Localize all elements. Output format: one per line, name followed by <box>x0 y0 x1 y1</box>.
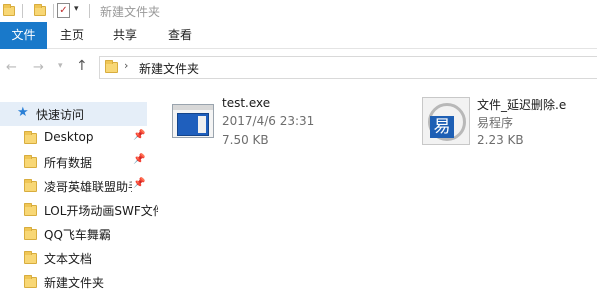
back-arrow-icon[interactable]: ← <box>6 60 17 75</box>
separator <box>22 4 23 18</box>
sidebar-item-quick-access[interactable]: ★ 快速访问 <box>0 102 147 126</box>
title-bar: ✓ ▾ 新建文件夹 <box>0 0 597 22</box>
file-name: 文件_延迟删除.e <box>477 98 567 112</box>
forward-arrow-icon[interactable]: → <box>33 60 44 75</box>
folder-icon <box>3 4 15 16</box>
window-title: 新建文件夹 <box>100 5 161 19</box>
easy-language-icon: 易 <box>422 97 470 145</box>
tab-view[interactable]: 查看 <box>160 22 200 49</box>
folder-icon <box>24 179 37 192</box>
folder-icon <box>24 275 37 288</box>
tab-home[interactable]: 主页 <box>52 22 92 49</box>
file-size: 7.50 KB <box>222 133 269 147</box>
folder-icon <box>24 131 37 144</box>
file-list: test.exe 2017/4/6 23:31 7.50 KB 易 文件_延迟删… <box>160 86 597 304</box>
chevron-down-icon[interactable]: ▾ <box>74 4 79 14</box>
address-path[interactable]: 新建文件夹 <box>139 60 199 77</box>
folder-icon <box>24 155 37 168</box>
tab-file[interactable]: 文件 <box>0 22 47 49</box>
file-date: 2017/4/6 23:31 <box>222 114 315 128</box>
file-name: test.exe <box>222 96 271 110</box>
separator <box>89 4 90 18</box>
tab-share[interactable]: 共享 <box>105 22 145 49</box>
sidebar-item-label: 新建文件夹 <box>44 276 105 290</box>
ribbon-tabs: 文件 主页 共享 查看 <box>0 22 597 49</box>
file-size: 2.23 KB <box>477 133 524 147</box>
navigation-bar: ← → ▾ ↑ › 新建文件夹 <box>0 49 597 86</box>
sidebar-item-new-folder[interactable]: 新建文件夹 <box>0 270 160 294</box>
sidebar-item-lol-swf[interactable]: LOL开场动画SWF文件 <box>0 198 160 222</box>
navigation-pane: ★ 快速访问 Desktop 📌 所有数据 📌 凌哥英雄联盟助手 📌 LOL开场… <box>0 96 160 304</box>
sidebar-item-label: 凌哥英雄联盟助手 <box>44 180 132 194</box>
sidebar-item-label: 快速访问 <box>36 108 85 122</box>
file-type: 易程序 <box>477 116 514 130</box>
sidebar-item-all-data[interactable]: 所有数据 📌 <box>0 150 160 174</box>
new-folder-icon[interactable] <box>34 4 46 16</box>
folder-icon <box>24 203 37 216</box>
sidebar-item-text-docs[interactable]: 文本文档 <box>0 246 160 270</box>
pin-icon[interactable]: 📌 <box>133 178 145 189</box>
file-item[interactable]: 易 文件_延迟删除.e 易程序 2.23 KB <box>422 96 597 152</box>
address-bar[interactable]: › 新建文件夹 <box>99 56 597 79</box>
up-arrow-icon[interactable]: ↑ <box>76 58 88 74</box>
chevron-right-icon[interactable]: › <box>124 59 128 72</box>
separator <box>53 4 54 18</box>
sidebar-item-lol-helper[interactable]: 凌哥英雄联盟助手 📌 <box>0 174 160 198</box>
pin-icon[interactable]: 📌 <box>133 130 145 141</box>
sidebar-item-qq-speed[interactable]: QQ飞车舞霸 <box>0 222 160 246</box>
sidebar-item-desktop[interactable]: Desktop 📌 <box>0 126 160 150</box>
recent-locations-icon[interactable]: ▾ <box>58 61 63 71</box>
properties-icon[interactable]: ✓ <box>57 3 70 18</box>
folder-icon <box>105 60 118 73</box>
folder-icon <box>24 227 37 240</box>
folder-icon <box>24 251 37 264</box>
file-item[interactable]: test.exe 2017/4/6 23:31 7.50 KB <box>170 96 370 152</box>
exe-window-icon <box>172 104 214 138</box>
star-icon: ★ <box>17 105 29 120</box>
sidebar-item-label: QQ飞车舞霸 <box>44 228 111 242</box>
sidebar-item-label: LOL开场动画SWF文件 <box>44 204 158 218</box>
pin-icon[interactable]: 📌 <box>133 154 145 165</box>
sidebar-item-label: 文本文档 <box>44 252 93 266</box>
